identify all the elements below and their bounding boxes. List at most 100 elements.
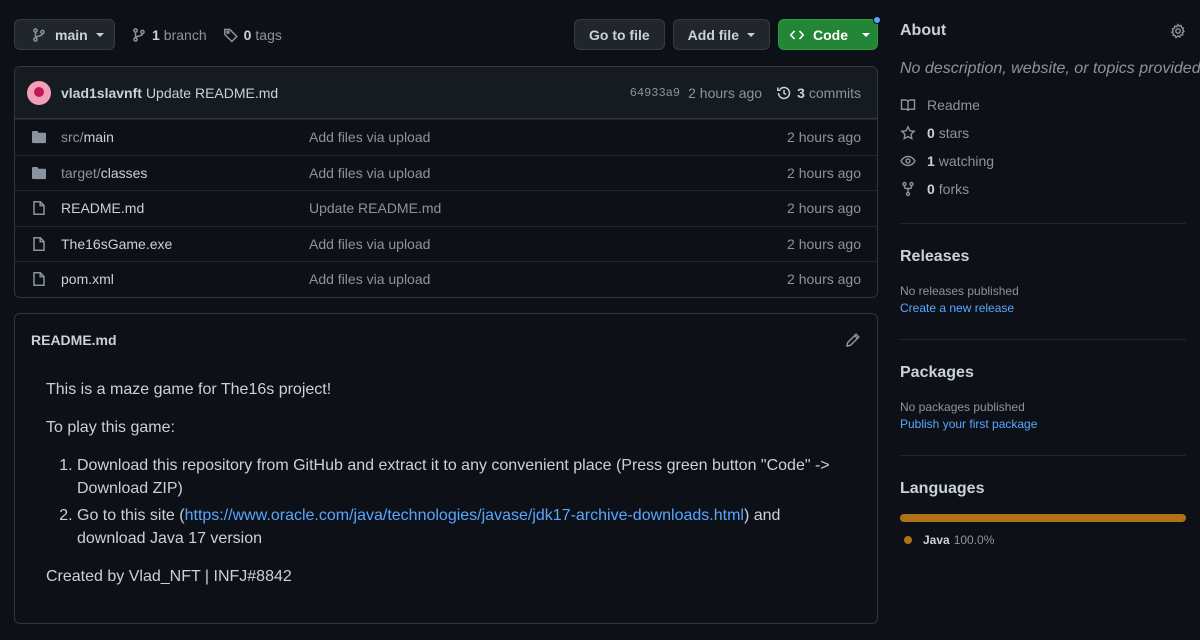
folder-icon [31,129,47,145]
readme-header: README.md [15,314,877,366]
chevron-down-icon [95,32,104,37]
fork-icon [900,181,927,197]
file-name-link[interactable]: src/main [61,129,309,145]
readme-content: This is a maze game for The16s project! … [15,366,877,588]
history-icon [776,85,792,101]
commits-count: 3 [797,84,805,101]
file-name-link[interactable]: README.md [61,200,309,216]
commits-link[interactable]: 3 commits [776,85,861,101]
language-bar [900,514,1186,522]
divider [900,339,1186,340]
file-commit-message[interactable]: Add files via upload [309,165,787,181]
go-to-file-label: Go to file [588,26,650,43]
gear-icon[interactable] [1170,23,1186,39]
releases-title[interactable]: Releases [900,248,1186,266]
about-header: About [900,18,1186,44]
file-name: The16sGame.exe [61,235,173,252]
pencil-icon[interactable] [845,332,861,348]
watching-count: 1 [927,153,935,169]
oracle-jdk-link[interactable]: https://www.oracle.com/java/technologies… [185,507,744,524]
go-to-file-button[interactable]: Go to file [573,19,665,50]
readme-footer: Created by Vlad_NFT | INFJ#8842 [46,568,292,585]
languages-section: Languages Java 100.0% [900,480,1186,547]
readme-panel: README.md This is a maze game for The16s… [14,313,878,624]
file-name-link[interactable]: The16sGame.exe [61,236,309,252]
latest-commit-bar: vlad1slavnft Update README.md 64933a9 2 … [15,67,877,119]
packages-title[interactable]: Packages [900,364,1186,382]
tag-label: tags [255,26,282,43]
branches-link[interactable]: 1 branch [131,27,207,43]
branch-count: 1 [152,26,160,43]
file-name: README.md [61,200,145,217]
forks-label: forks [938,181,970,197]
language-name: Java [923,533,950,547]
language-item-java[interactable]: Java 100.0% [900,533,1186,547]
file-name: pom.xml [61,271,114,288]
file-row[interactable]: src/main Add files via upload 2 hours ag… [15,119,877,155]
file-commit-message[interactable]: Add files via upload [309,129,787,145]
readme-play-heading: To play this game: [46,419,175,436]
file-icon [31,200,47,216]
file-browser: vlad1slavnft Update README.md 64933a9 2 … [14,66,878,298]
stars-link[interactable]: 0 stars [900,123,1186,143]
stars-label: stars [938,125,970,141]
languages-title: Languages [900,480,985,497]
file-commit-message[interactable]: Add files via upload [309,271,787,287]
file-row[interactable]: The16sGame.exe Add files via upload 2 ho… [15,225,877,262]
file-time: 2 hours ago [787,200,861,217]
about-title: About [900,22,947,39]
code-icon [789,27,805,43]
chevron-down-icon [747,32,755,37]
file-commit-message[interactable]: Add files via upload [309,236,787,252]
chevron-down-icon [862,32,870,37]
readme-label: Readme [927,97,980,113]
file-time: 2 hours ago [787,129,861,146]
branch-label: branch [163,26,207,43]
file-name-link[interactable]: target/classes [61,165,309,181]
file-row[interactable]: README.md Update README.md 2 hours ago [15,190,877,226]
about-stats: Readme 0 stars 1 watching 0 forks [900,95,1186,199]
readme-intro: This is a maze game for The16s project! [46,381,332,398]
file-time: 2 hours ago [787,271,861,288]
watching-link[interactable]: 1 watching [900,151,1186,171]
packages-section: Packages No packages published Publish y… [900,364,1186,431]
code-label: Code [813,26,848,43]
publish-package-link[interactable]: Publish your first package [900,417,1186,431]
avatar[interactable] [27,80,51,105]
book-icon [900,97,927,113]
add-file-label: Add file [687,26,739,43]
file-row[interactable]: pom.xml Add files via upload 2 hours ago [15,261,877,297]
commit-sha[interactable]: 64933a9 [630,86,680,100]
file-commit-message[interactable]: Update README.md [309,200,787,216]
create-release-link[interactable]: Create a new release [900,301,1186,315]
file-time: 2 hours ago [787,235,861,252]
forks-link[interactable]: 0 forks [900,179,1186,199]
repo-sidebar: About No description, website, or topics… [900,18,1200,547]
file-time: 2 hours ago [787,164,861,181]
readme-step-1: Download this repository from GitHub and… [77,454,845,500]
readme-link[interactable]: Readme [900,95,1186,115]
watching-label: watching [938,153,995,169]
eye-icon [900,153,927,169]
add-file-button[interactable]: Add file [672,19,770,50]
tags-link[interactable]: 0 tags [223,27,282,43]
releases-section: Releases No releases published Create a … [900,248,1186,315]
git-branch-icon [31,27,47,43]
divider [900,455,1186,456]
file-dir: src/ [61,129,84,146]
file-name-link[interactable]: pom.xml [61,271,309,287]
commit-author[interactable]: vlad1slavnft [61,85,142,101]
readme-title: README.md [31,332,117,348]
folder-icon [31,165,47,181]
commit-time: 2 hours ago [688,84,763,101]
tag-count: 0 [243,26,252,43]
commits-label: commits [808,84,861,101]
file-dir: target/ [61,164,101,181]
file-icon [31,271,47,287]
notification-dot [873,16,881,24]
branch-select-button[interactable]: main [14,19,115,50]
file-name: main [83,129,114,146]
code-button[interactable]: Code [778,16,881,50]
commit-message[interactable]: Update README.md [146,85,278,101]
file-row[interactable]: target/classes Add files via upload 2 ho… [15,154,877,191]
